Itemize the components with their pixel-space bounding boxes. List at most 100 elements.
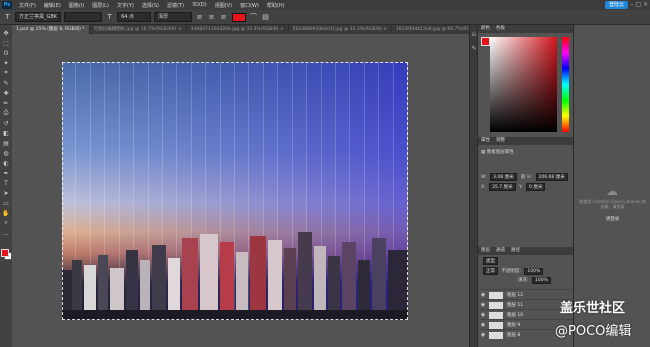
- x-field[interactable]: 35.7 厘米: [489, 183, 516, 191]
- menu-layer[interactable]: 图层(L): [88, 2, 113, 9]
- tab-adjustments[interactable]: 调整: [496, 137, 505, 145]
- color-picker-field[interactable]: [490, 37, 557, 132]
- foreground-color-icon[interactable]: [1, 249, 9, 257]
- healing-icon[interactable]: ✚: [2, 89, 10, 97]
- type-icon[interactable]: T: [2, 179, 10, 187]
- layer-name: 图层 8: [507, 333, 521, 338]
- visibility-eye-icon[interactable]: ◉: [480, 302, 486, 308]
- brush-icon[interactable]: ✏: [2, 99, 10, 107]
- stamp-icon[interactable]: ⎙: [2, 109, 10, 117]
- opacity-field[interactable]: 100%: [524, 268, 544, 275]
- window-controls[interactable]: – □ ×: [630, 1, 648, 8]
- visibility-eye-icon[interactable]: ◉: [480, 322, 486, 328]
- blur-icon[interactable]: ◍: [2, 149, 10, 157]
- menu-edit[interactable]: 编辑(E): [40, 2, 65, 9]
- document-tab[interactable]: 1615f44db15e8.jpg @ 66.7%(RGB) ×: [392, 25, 469, 34]
- menu-3d[interactable]: 3D(D): [188, 2, 211, 8]
- more-icon[interactable]: …: [2, 229, 10, 237]
- zoom-icon[interactable]: ⌕: [2, 219, 10, 227]
- fill-label: 填充:: [518, 278, 529, 283]
- layer-thumbnail: [489, 321, 503, 329]
- tab-paths[interactable]: 路径: [511, 247, 520, 255]
- menu-help[interactable]: 帮助(H): [263, 2, 289, 9]
- canvas-area[interactable]: [12, 34, 469, 347]
- document-canvas[interactable]: [62, 62, 408, 320]
- hand-icon[interactable]: ✋: [2, 209, 10, 217]
- position-row: X: 35.7 厘米 Y: 0 厘米: [481, 183, 547, 191]
- menu-bar: Ps 文件(F) 编辑(E) 图像(I) 图层(L) 文字(Y) 选择(S) 滤…: [0, 0, 650, 10]
- tab-channels[interactable]: 通道: [496, 247, 505, 255]
- document-tab[interactable]: 1.psd @ 25% (图层 8, RGB/8) *: [12, 25, 90, 34]
- menu-window[interactable]: 窗口(W): [236, 2, 263, 9]
- foreground-color-swatch[interactable]: [481, 37, 490, 46]
- align-center-icon[interactable]: ≡: [207, 13, 216, 22]
- font-size-select[interactable]: 64 点: [117, 12, 152, 22]
- gradient-icon[interactable]: ▤: [2, 139, 10, 147]
- document-tab[interactable]: 5624880920b4d1f.jpg @ 33.3%(RGB/8) ×: [289, 25, 392, 34]
- height-label: H:: [527, 175, 533, 180]
- layers-panel-header: 图层 通道 路径: [478, 247, 574, 255]
- libraries-login-link[interactable]: 请登录: [578, 216, 647, 222]
- warp-text-icon[interactable]: ⌒: [249, 13, 258, 22]
- history-brush-icon[interactable]: ↺: [2, 119, 10, 127]
- menu-type[interactable]: 文字(Y): [113, 2, 138, 9]
- tab-color[interactable]: 颜色: [481, 25, 490, 33]
- magic-wand-icon[interactable]: ✦: [2, 59, 10, 67]
- visibility-eye-icon[interactable]: ◉: [480, 332, 486, 338]
- opacity-label: 不透明度:: [501, 269, 521, 274]
- cloud-login-button[interactable]: 登陆云: [604, 1, 628, 9]
- height-field[interactable]: 206.68 厘米: [535, 173, 568, 181]
- fill-field[interactable]: 100%: [531, 277, 551, 284]
- tab-properties[interactable]: 属性: [481, 137, 490, 145]
- blend-row: 正常 不透明度: 100%: [481, 267, 545, 275]
- photoshop-logo-icon: Ps: [2, 1, 12, 9]
- font-style-select[interactable]: [64, 12, 103, 22]
- pen-icon[interactable]: ✒: [2, 169, 10, 177]
- shape-icon[interactable]: ▭: [2, 199, 10, 207]
- menu-file[interactable]: 文件(F): [15, 2, 40, 9]
- font-family-select[interactable]: 方正兰亭黑_GBK: [15, 12, 62, 22]
- crop-icon[interactable]: ⌗: [2, 69, 10, 77]
- layer-kind-select[interactable]: 类型: [483, 257, 498, 265]
- layer-thumbnail: [489, 301, 503, 309]
- size-row: W: 3.08 厘米 ⛓ H: 206.68 厘米: [481, 173, 570, 181]
- menu-select[interactable]: 选择(S): [138, 2, 163, 9]
- blend-mode-select[interactable]: 正常: [483, 267, 498, 275]
- hue-slider[interactable]: [562, 37, 569, 132]
- marquee-icon[interactable]: ⬚: [2, 39, 10, 47]
- link-icon[interactable]: ⛓: [520, 175, 526, 180]
- layer-name: 图层 11: [507, 303, 524, 308]
- y-label: Y:: [518, 185, 523, 190]
- width-label: W:: [481, 175, 487, 180]
- menu-image[interactable]: 图像(I): [65, 2, 88, 9]
- visibility-eye-icon[interactable]: ◉: [480, 312, 486, 318]
- lasso-icon[interactable]: ʘ: [2, 49, 10, 57]
- align-left-icon[interactable]: ≡: [195, 13, 204, 22]
- tab-layers[interactable]: 图层: [481, 247, 490, 255]
- antialias-select[interactable]: 浑厚: [154, 12, 193, 22]
- document-tab[interactable]: 4468d7110d426b.jpg @ 33.3%(RGB/8) ×: [187, 25, 289, 34]
- character-panel-icon[interactable]: ▤: [261, 13, 270, 22]
- width-field[interactable]: 3.08 厘米: [490, 173, 517, 181]
- align-right-icon[interactable]: ≡: [219, 13, 228, 22]
- pixel-layer-icon: ▦: [481, 150, 486, 155]
- eyedropper-icon[interactable]: ✎: [2, 79, 10, 87]
- properties-title: ▦ 像素图层属性: [481, 149, 514, 155]
- options-bar: T 方正兰亭黑_GBK T 64 点 浑厚 ≡ ≡ ≡ ⌒ ▤: [0, 10, 650, 25]
- document-tab[interactable]: 可视化编辑图标.jpg @ 16.7%(RGB/8#) ×: [90, 25, 187, 34]
- eraser-icon[interactable]: ◧: [2, 129, 10, 137]
- type-tool-icon[interactable]: T: [3, 13, 12, 22]
- path-select-icon[interactable]: ➤: [2, 189, 10, 197]
- y-field[interactable]: 0 厘米: [526, 183, 546, 191]
- layer-name: 图层 10: [507, 313, 524, 318]
- tab-swatches[interactable]: 色板: [496, 25, 505, 33]
- layer-thumbnail: [489, 331, 503, 339]
- text-color-swatch[interactable]: [232, 12, 247, 22]
- libraries-message: 要使用 Creative Cloud Libraries 和创建，请登录: [579, 199, 646, 209]
- menu-view[interactable]: 视图(V): [211, 2, 236, 9]
- visibility-eye-icon[interactable]: ◉: [480, 292, 486, 298]
- move-icon[interactable]: ✥: [2, 29, 10, 37]
- creative-cloud-icon: ☁: [606, 184, 618, 198]
- dodge-icon[interactable]: ◐: [2, 159, 10, 167]
- menu-filter[interactable]: 滤镜(T): [163, 2, 188, 9]
